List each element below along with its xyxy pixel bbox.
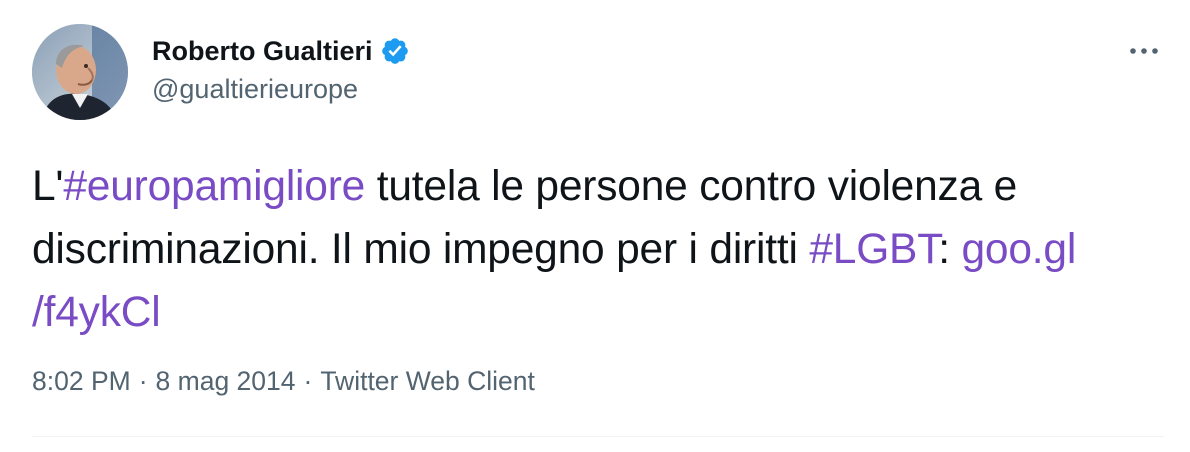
author-handle[interactable]: @gualtierieurope xyxy=(152,74,358,105)
text-segment: L' xyxy=(32,163,64,210)
tweet-date[interactable]: 8 mag 2014 xyxy=(156,366,296,397)
url-link-part-2[interactable]: /f4ykCl xyxy=(32,289,161,336)
more-options-button[interactable] xyxy=(1122,36,1166,66)
tweet-card: Roberto Gualtieri @gualtierieurope L'#eu… xyxy=(0,0,1190,452)
tweet-metadata: 8:02 PM · 8 mag 2014 · Twitter Web Clien… xyxy=(32,366,535,397)
hashtag-europamigliore-link[interactable]: #europamigliore xyxy=(63,163,365,210)
tweet-line-3: /f4ykCl xyxy=(32,281,1162,344)
verified-badge-icon xyxy=(380,36,410,66)
tweet-line-1: L'#europamigliore tutela le persone cont… xyxy=(32,155,1162,218)
text-segment: discriminazioni. Il mio impegno per i di… xyxy=(32,226,810,273)
separator-dot: · xyxy=(303,366,313,396)
author-name-row: Roberto Gualtieri xyxy=(152,34,410,68)
profile-photo-icon xyxy=(32,24,128,120)
tweet-text: L'#europamigliore tutela le persone cont… xyxy=(32,155,1162,344)
tweet-time[interactable]: 8:02 PM xyxy=(32,366,131,397)
avatar[interactable] xyxy=(32,24,128,120)
author-display-name[interactable]: Roberto Gualtieri xyxy=(152,36,373,67)
tweet-line-2: discriminazioni. Il mio impegno per i di… xyxy=(32,218,1162,281)
url-link-part-1[interactable]: goo.gl xyxy=(961,226,1076,273)
separator-dot: · xyxy=(138,366,148,396)
hashtag-lgbt-link[interactable]: #LGBT xyxy=(809,226,938,273)
text-segment: tutela le persone contro violenza e xyxy=(365,163,1018,210)
tweet-source[interactable]: Twitter Web Client xyxy=(320,366,535,397)
more-horizontal-icon xyxy=(1130,48,1158,54)
text-segment: : xyxy=(938,226,962,273)
divider xyxy=(32,436,1164,437)
